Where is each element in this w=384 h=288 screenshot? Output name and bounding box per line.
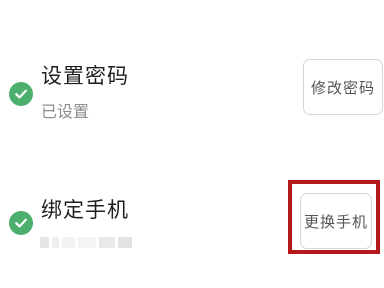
password-title: 设置密码 [41, 64, 129, 88]
highlight-annotation-box [288, 180, 380, 254]
password-status: 已设置 [41, 102, 90, 121]
phone-title: 绑定手机 [41, 198, 129, 222]
password-setting-row: 设置密码 已设置 修改密码 [0, 30, 384, 150]
masked-phone-number [40, 235, 132, 249]
account-security-screen: 设置密码 已设置 修改密码 绑定手机 更换手机 [0, 0, 384, 288]
check-circle-icon [9, 82, 33, 106]
change-password-button[interactable]: 修改密码 [303, 59, 383, 115]
check-circle-icon [9, 211, 33, 235]
